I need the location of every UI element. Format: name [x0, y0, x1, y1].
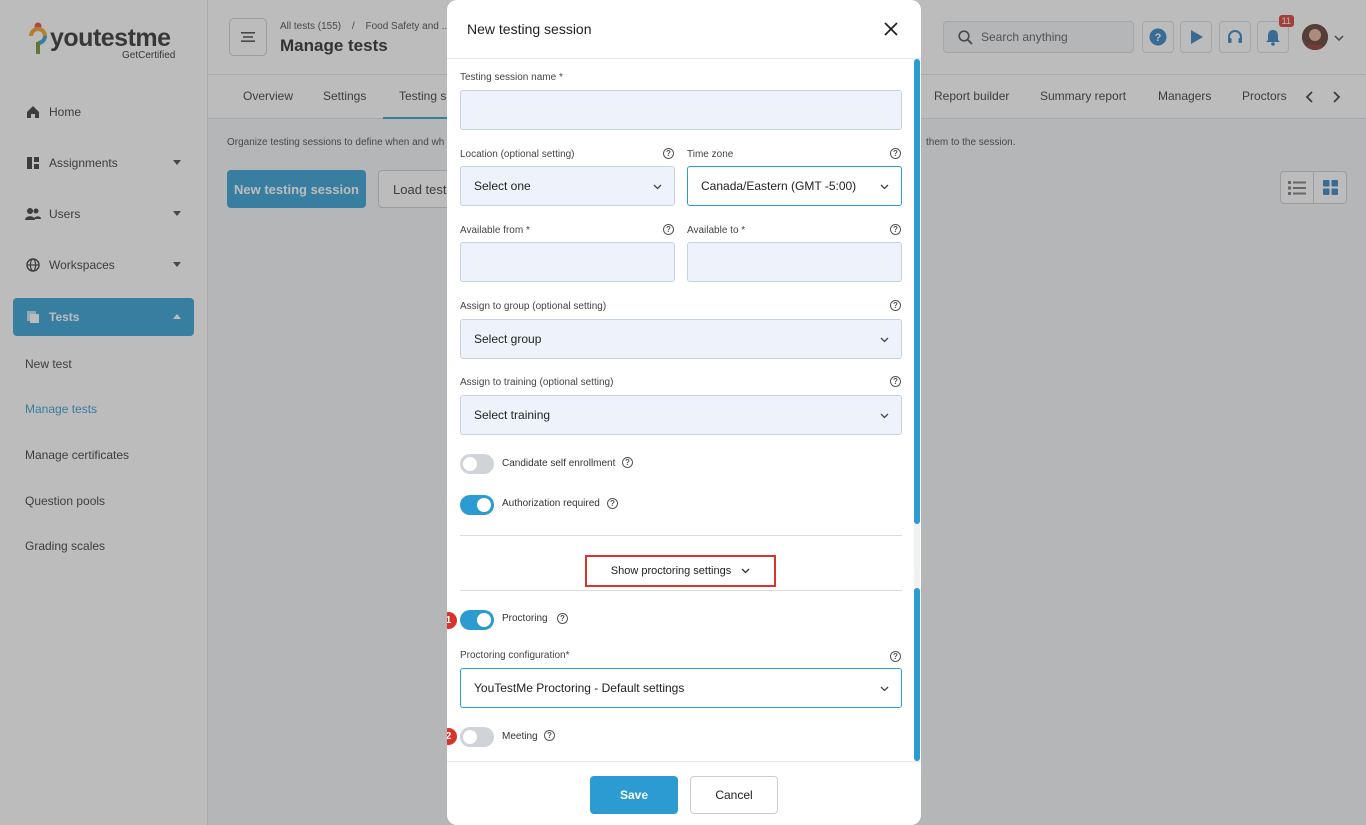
proctoring-config-value: YouTestMe Proctoring - Default settings [474, 681, 685, 695]
chevron-down-icon [880, 686, 889, 692]
dialog-footer: Save Cancel [447, 761, 921, 825]
close-button[interactable] [881, 19, 901, 39]
scrollbar-thumb[interactable] [914, 59, 920, 524]
timezone-select-value: Canada/Eastern (GMT -5:00) [701, 179, 857, 193]
available-to-input[interactable] [687, 242, 902, 282]
available-to-label: Available to * [687, 225, 746, 236]
training-select[interactable]: Select training [460, 395, 902, 435]
step-marker-2: 2 [447, 728, 457, 745]
available-from-label: Available from * [460, 225, 530, 236]
help-icon[interactable]: ? [663, 148, 674, 159]
proctoring-config-select[interactable]: YouTestMe Proctoring - Default settings [460, 668, 902, 708]
help-icon[interactable]: ? [890, 651, 901, 662]
proctoring-toggle[interactable] [460, 610, 494, 630]
location-label: Location (optional setting) [460, 149, 575, 160]
meeting-label: Meeting [502, 731, 538, 742]
dialog-scrollbar[interactable] [914, 59, 920, 761]
dialog-body: Testing session name * Location (optiona… [447, 59, 921, 761]
meeting-toggle[interactable] [460, 727, 494, 747]
help-icon[interactable]: ? [890, 224, 901, 235]
help-icon[interactable]: ? [544, 730, 555, 741]
help-icon[interactable]: ? [890, 148, 901, 159]
help-icon[interactable]: ? [890, 300, 901, 311]
show-proctoring-settings-button[interactable]: Show proctoring settings [585, 555, 776, 587]
chevron-down-icon [653, 184, 662, 190]
timezone-label: Time zone [687, 149, 734, 160]
new-testing-session-dialog: New testing session Testing session name… [447, 0, 921, 825]
proctoring-config-label: Proctoring configuration* [460, 650, 570, 661]
divider [460, 590, 902, 591]
help-icon[interactable]: ? [607, 498, 618, 509]
group-select[interactable]: Select group [460, 319, 902, 359]
authorization-required-label: Authorization required [502, 498, 600, 509]
close-icon [884, 22, 898, 36]
cancel-button[interactable]: Cancel [690, 776, 778, 814]
dialog-title: New testing session [467, 21, 592, 37]
help-icon[interactable]: ? [622, 457, 633, 468]
dialog-header: New testing session [447, 0, 921, 59]
location-select-value: Select one [474, 179, 531, 193]
chevron-down-icon [741, 568, 750, 574]
self-enrollment-toggle[interactable] [460, 454, 494, 474]
chevron-down-icon [880, 184, 889, 190]
group-select-value: Select group [474, 332, 542, 346]
available-from-input[interactable] [460, 242, 675, 282]
help-icon[interactable]: ? [890, 376, 901, 387]
divider [460, 535, 902, 536]
group-label: Assign to group (optional setting) [460, 301, 607, 312]
save-button[interactable]: Save [590, 776, 678, 814]
session-name-input[interactable] [460, 90, 902, 130]
self-enrollment-label: Candidate self enrollment [502, 458, 616, 469]
chevron-down-icon [880, 337, 889, 343]
help-icon[interactable]: ? [557, 613, 568, 624]
help-icon[interactable]: ? [663, 224, 674, 235]
scrollbar-thumb-lower[interactable] [914, 588, 920, 761]
training-label: Assign to training (optional setting) [460, 377, 614, 388]
step-marker-1: 1 [447, 612, 457, 629]
chevron-down-icon [880, 413, 889, 419]
training-select-value: Select training [474, 408, 551, 422]
authorization-required-toggle[interactable] [460, 495, 494, 515]
location-select[interactable]: Select one [460, 166, 675, 206]
timezone-select[interactable]: Canada/Eastern (GMT -5:00) [687, 166, 902, 206]
session-name-label: Testing session name * [460, 72, 563, 83]
proctoring-label: Proctoring [502, 613, 548, 624]
show-proctoring-settings-label: Show proctoring settings [610, 565, 732, 577]
